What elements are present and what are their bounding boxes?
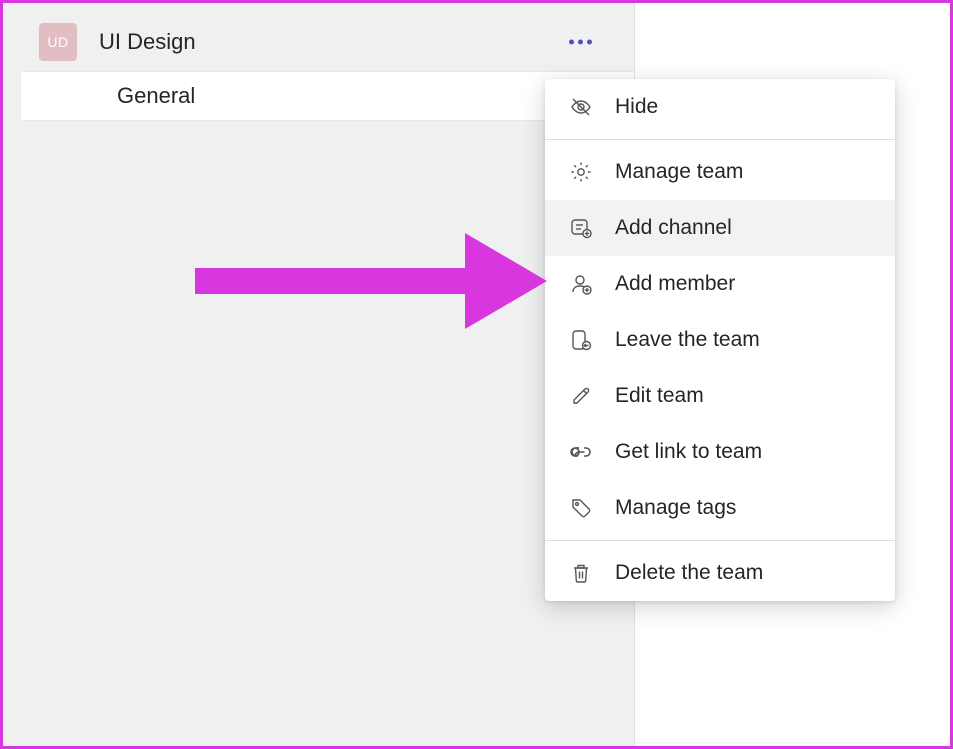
sidebar-inner: UD UI Design General	[3, 3, 634, 121]
menu-item-delete-team[interactable]: Delete the team	[545, 545, 895, 601]
menu-item-leave-team[interactable]: Leave the team	[545, 312, 895, 368]
menu-item-edit-team[interactable]: Edit team	[545, 368, 895, 424]
more-icon	[578, 40, 583, 45]
app-frame: UD UI Design General	[0, 0, 953, 749]
menu-label: Hide	[615, 95, 658, 119]
add-channel-icon	[569, 216, 593, 240]
menu-separator	[545, 139, 895, 140]
menu-item-get-link[interactable]: Get link to team	[545, 424, 895, 480]
menu-label: Manage tags	[615, 496, 736, 520]
menu-label: Manage team	[615, 160, 743, 184]
channel-name: General	[117, 83, 195, 109]
menu-separator	[545, 540, 895, 541]
team-avatar-initials: UD	[47, 34, 68, 50]
menu-item-add-channel[interactable]: Add channel	[545, 200, 895, 256]
menu-label: Get link to team	[615, 440, 762, 464]
pencil-icon	[569, 384, 593, 408]
team-name: UI Design	[99, 29, 196, 55]
more-options-button[interactable]	[569, 40, 592, 45]
trash-icon	[569, 561, 593, 585]
gear-icon	[569, 160, 593, 184]
team-context-menu: Hide Manage team	[545, 79, 895, 601]
team-avatar: UD	[39, 23, 77, 61]
team-row[interactable]: UD UI Design	[21, 17, 634, 67]
leave-icon	[569, 328, 593, 352]
menu-label: Leave the team	[615, 328, 760, 352]
menu-label: Edit team	[615, 384, 704, 408]
menu-label: Add channel	[615, 216, 732, 240]
menu-item-manage-tags[interactable]: Manage tags	[545, 480, 895, 536]
teams-sidebar: UD UI Design General	[3, 3, 635, 746]
hide-icon	[569, 95, 593, 119]
menu-label: Delete the team	[615, 561, 763, 585]
menu-item-add-member[interactable]: Add member	[545, 256, 895, 312]
menu-item-manage-team[interactable]: Manage team	[545, 144, 895, 200]
link-icon	[569, 440, 593, 464]
more-icon	[587, 40, 592, 45]
menu-item-hide[interactable]: Hide	[545, 79, 895, 135]
more-icon	[569, 40, 574, 45]
menu-label: Add member	[615, 272, 735, 296]
tag-icon	[569, 496, 593, 520]
channel-row-general[interactable]: General	[21, 71, 634, 121]
add-member-icon	[569, 272, 593, 296]
